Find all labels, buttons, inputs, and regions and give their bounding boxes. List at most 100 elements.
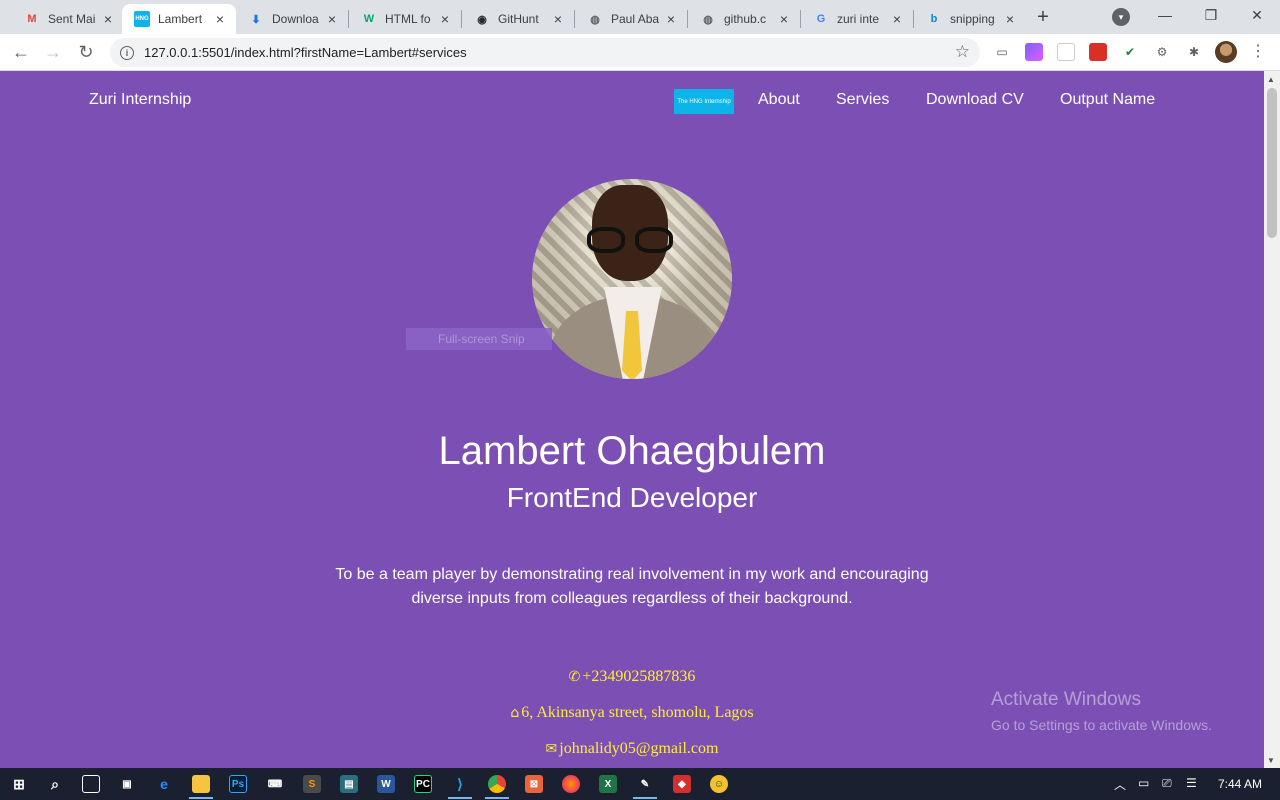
forward-arrow-icon[interactable]: → bbox=[41, 40, 65, 64]
store-icon[interactable]: ▣ bbox=[118, 775, 136, 793]
nav-about-link[interactable]: About bbox=[758, 91, 800, 109]
gear-extension-icon[interactable]: ⚙ bbox=[1153, 43, 1171, 61]
vscode-icon[interactable]: ⟩ bbox=[451, 775, 469, 793]
tab-zuri-internship[interactable]: G zuri inte × bbox=[801, 4, 913, 34]
sublime-icon[interactable]: S bbox=[303, 775, 321, 793]
word-icon[interactable]: W bbox=[377, 775, 395, 793]
notifications-icon[interactable]: ☰ bbox=[1186, 776, 1197, 790]
hng-logo-text: The HNG Internship bbox=[677, 98, 731, 105]
calendar-extension-icon[interactable] bbox=[1089, 43, 1107, 61]
windows-start-icon[interactable]: ⊞ bbox=[10, 775, 28, 793]
watermark-subtitle: Go to Settings to activate Windows. bbox=[991, 717, 1212, 733]
watermark-title: Activate Windows bbox=[991, 689, 1141, 710]
site-info-icon[interactable]: i bbox=[120, 45, 134, 60]
email-text[interactable]: johnalidy05@gmail.com bbox=[559, 740, 718, 757]
blank-extension-icon[interactable] bbox=[1057, 43, 1075, 61]
reload-icon[interactable]: ↻ bbox=[74, 40, 98, 64]
address-bar[interactable]: i 127.0.0.1:5501/index.html?firstName=La… bbox=[110, 38, 980, 67]
browser-tab-bar: M Sent Mai × HNG Lambert × ⬇ Downloa × W… bbox=[0, 0, 1280, 34]
nav-output-name-link[interactable]: Output Name bbox=[1060, 91, 1155, 109]
tab-title: zuri inte bbox=[837, 12, 880, 26]
tab-lambert[interactable]: HNG Lambert × bbox=[122, 4, 236, 34]
tab-githunt[interactable]: ◉ GitHunt × bbox=[462, 4, 574, 34]
address-text: 6, Akinsanya street, shomolu, Lagos bbox=[521, 704, 754, 721]
excel-icon[interactable]: X bbox=[599, 775, 617, 793]
browser-toolbar: ← → ↻ i 127.0.0.1:5501/index.html?firstN… bbox=[0, 34, 1280, 71]
profile-bio: To be a team player by demonstrating rea… bbox=[0, 563, 1264, 611]
close-tab-icon[interactable]: × bbox=[776, 11, 792, 27]
bio-line: diverse inputs from colleagues regardles… bbox=[411, 590, 853, 607]
tab-downloads[interactable]: ⬇ Downloa × bbox=[236, 4, 348, 34]
page-scrollbar[interactable]: ▲ ▼ bbox=[1264, 71, 1280, 768]
firefox-icon[interactable] bbox=[562, 775, 580, 793]
power-icon[interactable]: ▭ bbox=[1138, 776, 1149, 790]
close-tab-icon[interactable]: × bbox=[663, 11, 679, 27]
extensions-puzzle-icon[interactable]: ✱ bbox=[1185, 43, 1203, 61]
anydesk-icon[interactable]: ◆ bbox=[673, 775, 691, 793]
search-icon[interactable]: ⌕ bbox=[46, 775, 64, 793]
tab-html-forms[interactable]: W HTML fo × bbox=[349, 4, 461, 34]
close-window-icon[interactable]: ✕ bbox=[1234, 0, 1280, 30]
githunt-icon: ◉ bbox=[477, 13, 487, 26]
close-tab-icon[interactable]: × bbox=[437, 11, 453, 27]
tab-search-icon[interactable]: ▾ bbox=[1112, 8, 1130, 26]
minimize-icon[interactable]: — bbox=[1142, 0, 1188, 30]
activate-windows-watermark: Activate Windows Go to Settings to activ… bbox=[991, 689, 1212, 733]
tab-title: Paul Aba bbox=[611, 12, 660, 26]
nav-download-cv-link[interactable]: Download CV bbox=[926, 91, 1024, 109]
tab-title: Lambert bbox=[158, 12, 203, 26]
close-tab-icon[interactable]: × bbox=[100, 11, 116, 27]
show-hidden-icons-icon[interactable]: ︿ bbox=[1114, 776, 1126, 793]
tab-title: HTML fo bbox=[385, 12, 431, 26]
edge-icon[interactable]: e bbox=[155, 775, 173, 793]
close-tab-icon[interactable]: × bbox=[889, 11, 905, 27]
back-arrow-icon[interactable]: ← bbox=[9, 40, 33, 64]
profile-avatar[interactable] bbox=[1215, 41, 1237, 63]
scroll-up-icon[interactable]: ▲ bbox=[1267, 75, 1275, 84]
new-tab-plus-icon[interactable]: + bbox=[1032, 6, 1054, 28]
google-icon: G bbox=[816, 13, 826, 25]
bio-line: To be a team player by demonstrating rea… bbox=[335, 566, 929, 583]
tab-snipping[interactable]: b snipping × bbox=[914, 4, 1026, 34]
nav-services-link[interactable]: Servies bbox=[836, 91, 889, 109]
hng-icon: HNG bbox=[134, 11, 150, 27]
windows-taskbar: ⊞ ⌕ ▣ e Ps ⌨ S ▤ W PC ⟩ ⊠ X ✎ ◆ ☺ ︿ ▭ ⎚ … bbox=[0, 768, 1280, 800]
site-brand[interactable]: Zuri Internship bbox=[89, 91, 191, 109]
color-picker-extension-icon[interactable]: ✔ bbox=[1121, 43, 1139, 61]
restore-icon[interactable]: ❐ bbox=[1188, 0, 1234, 30]
pen-extension-icon[interactable] bbox=[1025, 43, 1043, 61]
norton-icon[interactable]: ☺ bbox=[710, 775, 728, 793]
bookmark-star-icon[interactable]: ☆ bbox=[955, 42, 970, 62]
tab-github[interactable]: ◍ github.c × bbox=[688, 4, 800, 34]
paint-icon[interactable]: ✎ bbox=[636, 775, 654, 793]
gmail-icon: M bbox=[27, 13, 37, 25]
xampp-icon[interactable]: ⊠ bbox=[525, 775, 543, 793]
tab-title: snipping bbox=[950, 12, 995, 26]
keyboard-icon[interactable]: ⌨ bbox=[266, 775, 284, 793]
profile-name: Lambert Ohaegbulem bbox=[438, 429, 826, 473]
close-tab-icon[interactable]: × bbox=[324, 11, 340, 27]
chrome-icon[interactable] bbox=[488, 775, 506, 793]
phone-text: +2349025887836 bbox=[582, 668, 696, 685]
network-icon[interactable]: ⎚ bbox=[1162, 776, 1172, 791]
hng-logo[interactable]: The HNG Internship bbox=[674, 89, 734, 114]
close-tab-icon[interactable]: × bbox=[212, 11, 228, 27]
phone-icon: ✆ bbox=[568, 669, 581, 685]
close-tab-icon[interactable]: × bbox=[550, 11, 566, 27]
scroll-down-icon[interactable]: ▼ bbox=[1267, 756, 1275, 765]
notepad-icon[interactable]: ▤ bbox=[340, 775, 358, 793]
address-url[interactable]: 127.0.0.1:5501/index.html?firstName=Lamb… bbox=[144, 45, 467, 60]
browser-menu-icon[interactable]: ⋮ bbox=[1250, 43, 1266, 61]
pycharm-icon[interactable]: PC bbox=[414, 775, 432, 793]
scrollbar-thumb[interactable] bbox=[1267, 88, 1277, 238]
photoshop-icon[interactable]: Ps bbox=[229, 775, 247, 793]
active-app-indicator bbox=[485, 797, 509, 799]
task-view-icon[interactable] bbox=[82, 775, 100, 793]
taskbar-clock[interactable]: 7:44 AM bbox=[1218, 777, 1262, 791]
globe-icon: ◍ bbox=[590, 13, 600, 26]
close-tab-icon[interactable]: × bbox=[1002, 11, 1018, 27]
tab-sent-mail[interactable]: M Sent Mai × bbox=[12, 4, 124, 34]
cast-extension-icon[interactable]: ▭ bbox=[993, 43, 1011, 61]
tab-paul-aba[interactable]: ◍ Paul Aba × bbox=[575, 4, 687, 34]
file-explorer-icon[interactable] bbox=[192, 775, 210, 793]
